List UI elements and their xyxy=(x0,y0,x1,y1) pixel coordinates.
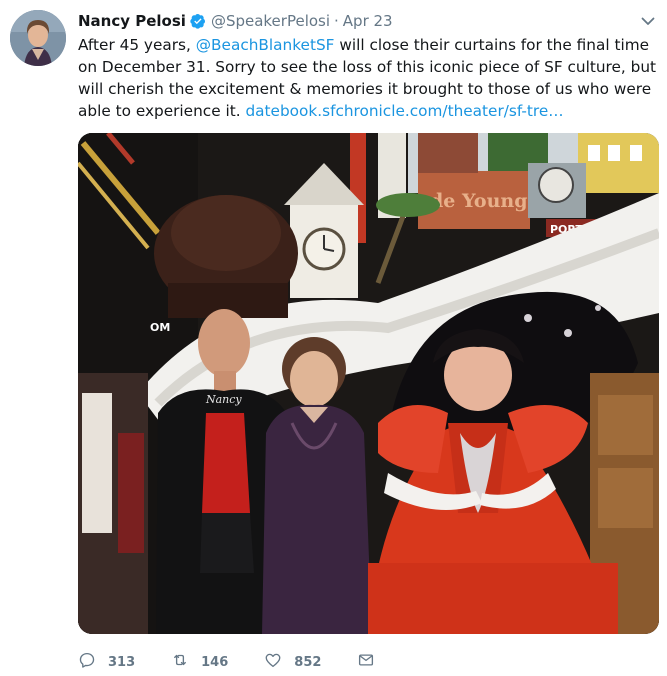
author-name[interactable]: Nancy Pelosi xyxy=(78,12,186,30)
chevron-down-icon[interactable] xyxy=(639,12,657,30)
reply-icon xyxy=(78,651,96,673)
author-handle[interactable]: @SpeakerPelosi xyxy=(211,12,330,30)
article-link[interactable]: datebook.sfchronicle.com/theater/sf-tre… xyxy=(245,102,563,120)
retweet-count: 146 xyxy=(201,654,229,670)
retweet-icon xyxy=(171,651,189,673)
tweet-photo[interactable]: de Young PORT OF SAN FRANCIS xyxy=(78,133,659,634)
hat-sign: OM xyxy=(150,321,170,334)
like-count: 852 xyxy=(294,654,322,670)
tweet-actions: 313 146 852 xyxy=(78,650,375,674)
reply-button[interactable]: 313 xyxy=(78,651,135,673)
tweet-text-intro: After 45 years, xyxy=(78,36,196,54)
reply-count: 313 xyxy=(108,654,136,670)
tweet-header: Nancy Pelosi @SpeakerPelosi · Apr 23 xyxy=(78,10,637,32)
tweet-card[interactable]: Nancy Pelosi @SpeakerPelosi · Apr 23 Aft… xyxy=(0,0,667,676)
retweet-button[interactable]: 146 xyxy=(171,651,228,673)
direct-message-button[interactable] xyxy=(357,651,375,673)
heart-icon xyxy=(264,651,282,673)
like-button[interactable]: 852 xyxy=(264,651,321,673)
mention-link[interactable]: @BeachBlanketSF xyxy=(196,36,335,54)
tweet-text: After 45 years, @BeachBlanketSF will clo… xyxy=(78,34,658,122)
header-separator: · xyxy=(334,12,339,30)
verified-badge-icon xyxy=(190,13,206,29)
deyoung-sign: de Young xyxy=(430,190,528,212)
envelope-icon xyxy=(357,651,375,673)
avatar[interactable] xyxy=(10,10,66,66)
tweet-date[interactable]: Apr 23 xyxy=(343,12,393,30)
necklace-text: Nancy xyxy=(205,393,242,406)
